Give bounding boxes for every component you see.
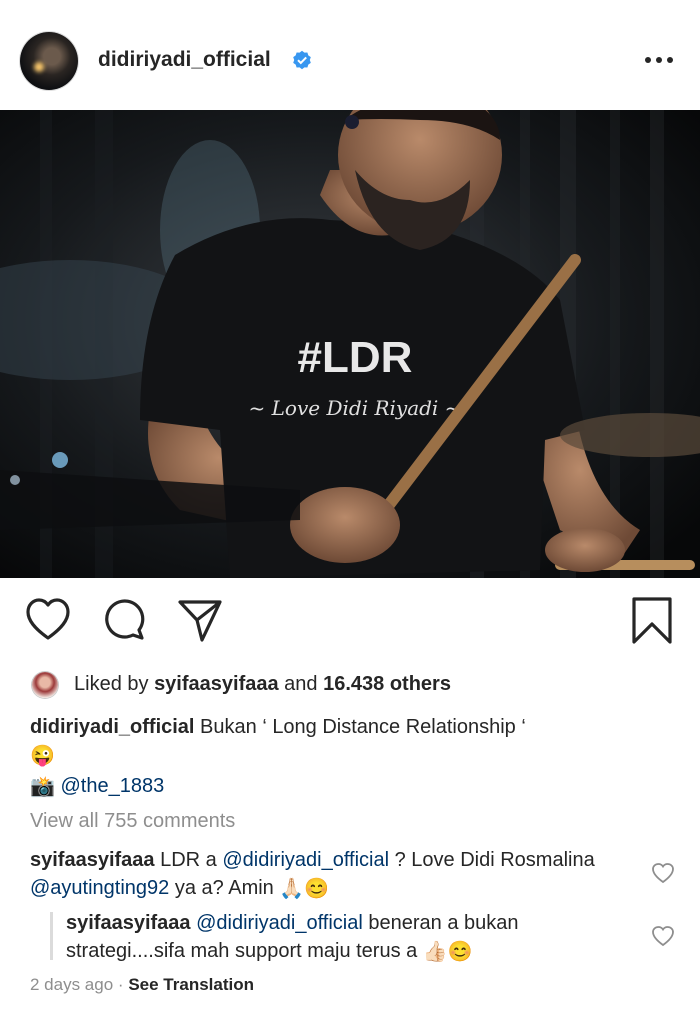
photo-credit: 📸 @the_1883 [30, 772, 164, 801]
camera-flash-emoji: 📸 [30, 775, 55, 798]
post-caption: didiriyadi_official Bukan ‘ Long Distanc… [30, 713, 670, 770]
drummer-photo: #LDR ~ Love Didi Riyadi ~ [0, 110, 700, 578]
likes-text: Liked by syifaasyifaaa and 16.438 others [74, 673, 451, 695]
caption-username[interactable]: didiriyadi_official [30, 716, 194, 738]
mention[interactable]: @didiriyadi_official [222, 849, 389, 871]
profile-avatar[interactable] [20, 32, 78, 90]
comment-username[interactable]: syifaasyifaaa [66, 912, 191, 934]
post-username[interactable]: didiriyadi_official [98, 48, 271, 72]
post-photo[interactable]: #LDR ~ Love Didi Riyadi ~ [0, 110, 700, 578]
comment-emojis: 👍🏻😊 [422, 940, 473, 963]
view-all-comments[interactable]: View all 755 comments [30, 810, 235, 833]
more-options-icon[interactable] [644, 52, 674, 68]
share-icon[interactable] [176, 596, 224, 644]
bookmark-icon[interactable] [628, 596, 676, 644]
comment-username[interactable]: syifaasyifaaa [30, 849, 155, 871]
post-header: didiriyadi_official [0, 0, 700, 110]
reply-thread-line [50, 912, 53, 960]
liker-avatar [32, 672, 58, 698]
post-timestamp: 2 days ago [30, 975, 114, 994]
comment-reply: syifaasyifaaa @didiriyadi_official bener… [66, 909, 636, 966]
comment-like-heart-icon[interactable] [651, 862, 675, 884]
heart-icon[interactable] [24, 596, 72, 644]
winking-tongue-emoji: 😜 [30, 744, 55, 767]
comment-emojis: 🙏🏻😊 [279, 877, 330, 900]
shirt-text-love: ~ Love Didi Riyadi ~ [249, 396, 462, 420]
comment: syifaasyifaaa LDR a @didiriyadi_official… [30, 846, 630, 903]
mention[interactable]: @didiriyadi_official [196, 912, 363, 934]
caption-text: Bukan ‘ Long Distance Relationship ‘ [200, 716, 526, 738]
liker-username[interactable]: syifaasyifaaa [154, 673, 279, 695]
post-meta: 2 days ago · See Translation [30, 975, 254, 994]
credit-mention[interactable]: @the_1883 [60, 775, 164, 797]
comment-like-heart-icon[interactable] [651, 925, 675, 947]
likes-others[interactable]: 16.438 others [323, 673, 451, 695]
comment-icon[interactable] [100, 596, 148, 644]
likes-row[interactable]: Liked by syifaasyifaaa and 16.438 others [32, 670, 682, 700]
mention[interactable]: @ayutingting92 [30, 877, 169, 899]
shirt-text-ldr: #LDR [298, 333, 413, 382]
verified-badge-icon [293, 50, 311, 70]
see-translation-link[interactable]: See Translation [128, 975, 254, 994]
action-bar [0, 596, 700, 652]
